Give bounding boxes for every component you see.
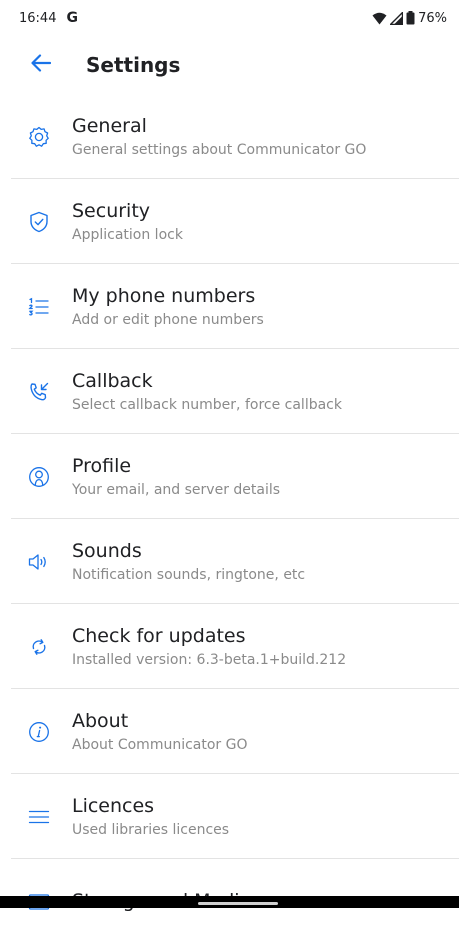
menu-lines-icon (27, 805, 51, 829)
settings-item-profile[interactable]: Profile Your email, and server details (0, 434, 459, 519)
signal-icon (390, 11, 404, 25)
settings-item-label: Sounds (72, 539, 142, 562)
google-app-icon: G (66, 10, 78, 26)
settings-item-text: Licences Used libraries licences (72, 794, 229, 840)
settings-item-description: About Communicator GO (72, 736, 248, 753)
settings-item-text: Sounds Notification sounds, ringtone, et… (72, 539, 305, 585)
settings-item-description: Used libraries licences (72, 821, 230, 838)
settings-item-text: General General settings about Communica… (72, 114, 366, 160)
status-bar: 16:44 G 76% (0, 0, 459, 36)
settings-item-description: Select callback number, force callback (72, 396, 342, 413)
settings-item-description: Notification sounds, ringtone, etc (72, 566, 306, 583)
numbered-list-icon (27, 295, 51, 319)
settings-item-security[interactable]: Security Application lock (0, 179, 459, 264)
settings-item-description: Installed version: 6.3-beta.1+build.212 (72, 651, 347, 668)
status-left: 16:44 G (19, 10, 78, 26)
battery-percent: 76% (418, 10, 447, 26)
settings-item-label: My phone numbers (72, 284, 256, 307)
status-right: 76% (372, 11, 447, 26)
settings-item-general[interactable]: General General settings about Communica… (0, 94, 459, 179)
speaker-icon (27, 550, 51, 574)
settings-item-label: About (72, 709, 129, 732)
wifi-icon (372, 12, 387, 25)
settings-item-description: Your email, and server details (72, 481, 281, 498)
settings-item-text: Profile Your email, and server details (72, 454, 280, 500)
settings-item-about[interactable]: About About Communicator GO (0, 689, 459, 774)
settings-item-label: Profile (72, 454, 132, 477)
settings-item-label: Callback (72, 369, 153, 392)
settings-item-label: Security (72, 199, 151, 222)
settings-item-text: Security Application lock (72, 199, 183, 245)
arrow-left-icon (31, 54, 52, 76)
settings-item-phone-numbers[interactable]: My phone numbers Add or edit phone numbe… (0, 264, 459, 349)
settings-item-sounds[interactable]: Sounds Notification sounds, ringtone, et… (0, 519, 459, 604)
settings-item-callback[interactable]: Callback Select callback number, force c… (0, 349, 459, 434)
settings-item-description: Application lock (72, 226, 183, 243)
settings-item-description: Add or edit phone numbers (72, 311, 264, 328)
settings-item-label: Check for updates (72, 624, 246, 647)
page-title: Settings (86, 53, 181, 77)
sync-icon (27, 635, 51, 659)
settings-item-check-updates[interactable]: Check for updates Installed version: 6.3… (0, 604, 459, 689)
settings-list: General General settings about Communica… (0, 94, 459, 944)
settings-item-description: General settings about Communicator GO (72, 141, 367, 158)
clock: 16:44 (19, 10, 57, 26)
settings-item-licences[interactable]: Licences Used libraries licences (0, 774, 459, 859)
settings-item-label: Licences (72, 794, 155, 817)
settings-item-text: Callback Select callback number, force c… (72, 369, 342, 415)
navigation-bar (0, 896, 459, 908)
profile-icon (27, 465, 51, 489)
settings-item-text: Check for updates Installed version: 6.3… (72, 624, 346, 670)
battery-icon (406, 11, 415, 25)
phone-callback-icon (27, 380, 51, 404)
shield-check-icon (27, 210, 51, 234)
home-gesture-handle[interactable] (198, 902, 278, 905)
app-bar: Settings (0, 36, 459, 94)
settings-item-label: General (72, 114, 147, 137)
settings-item-text: My phone numbers Add or edit phone numbe… (72, 284, 264, 330)
info-icon (27, 720, 51, 744)
back-button[interactable] (26, 50, 56, 80)
gear-icon (27, 125, 51, 149)
settings-item-text: About About Communicator GO (72, 709, 248, 755)
